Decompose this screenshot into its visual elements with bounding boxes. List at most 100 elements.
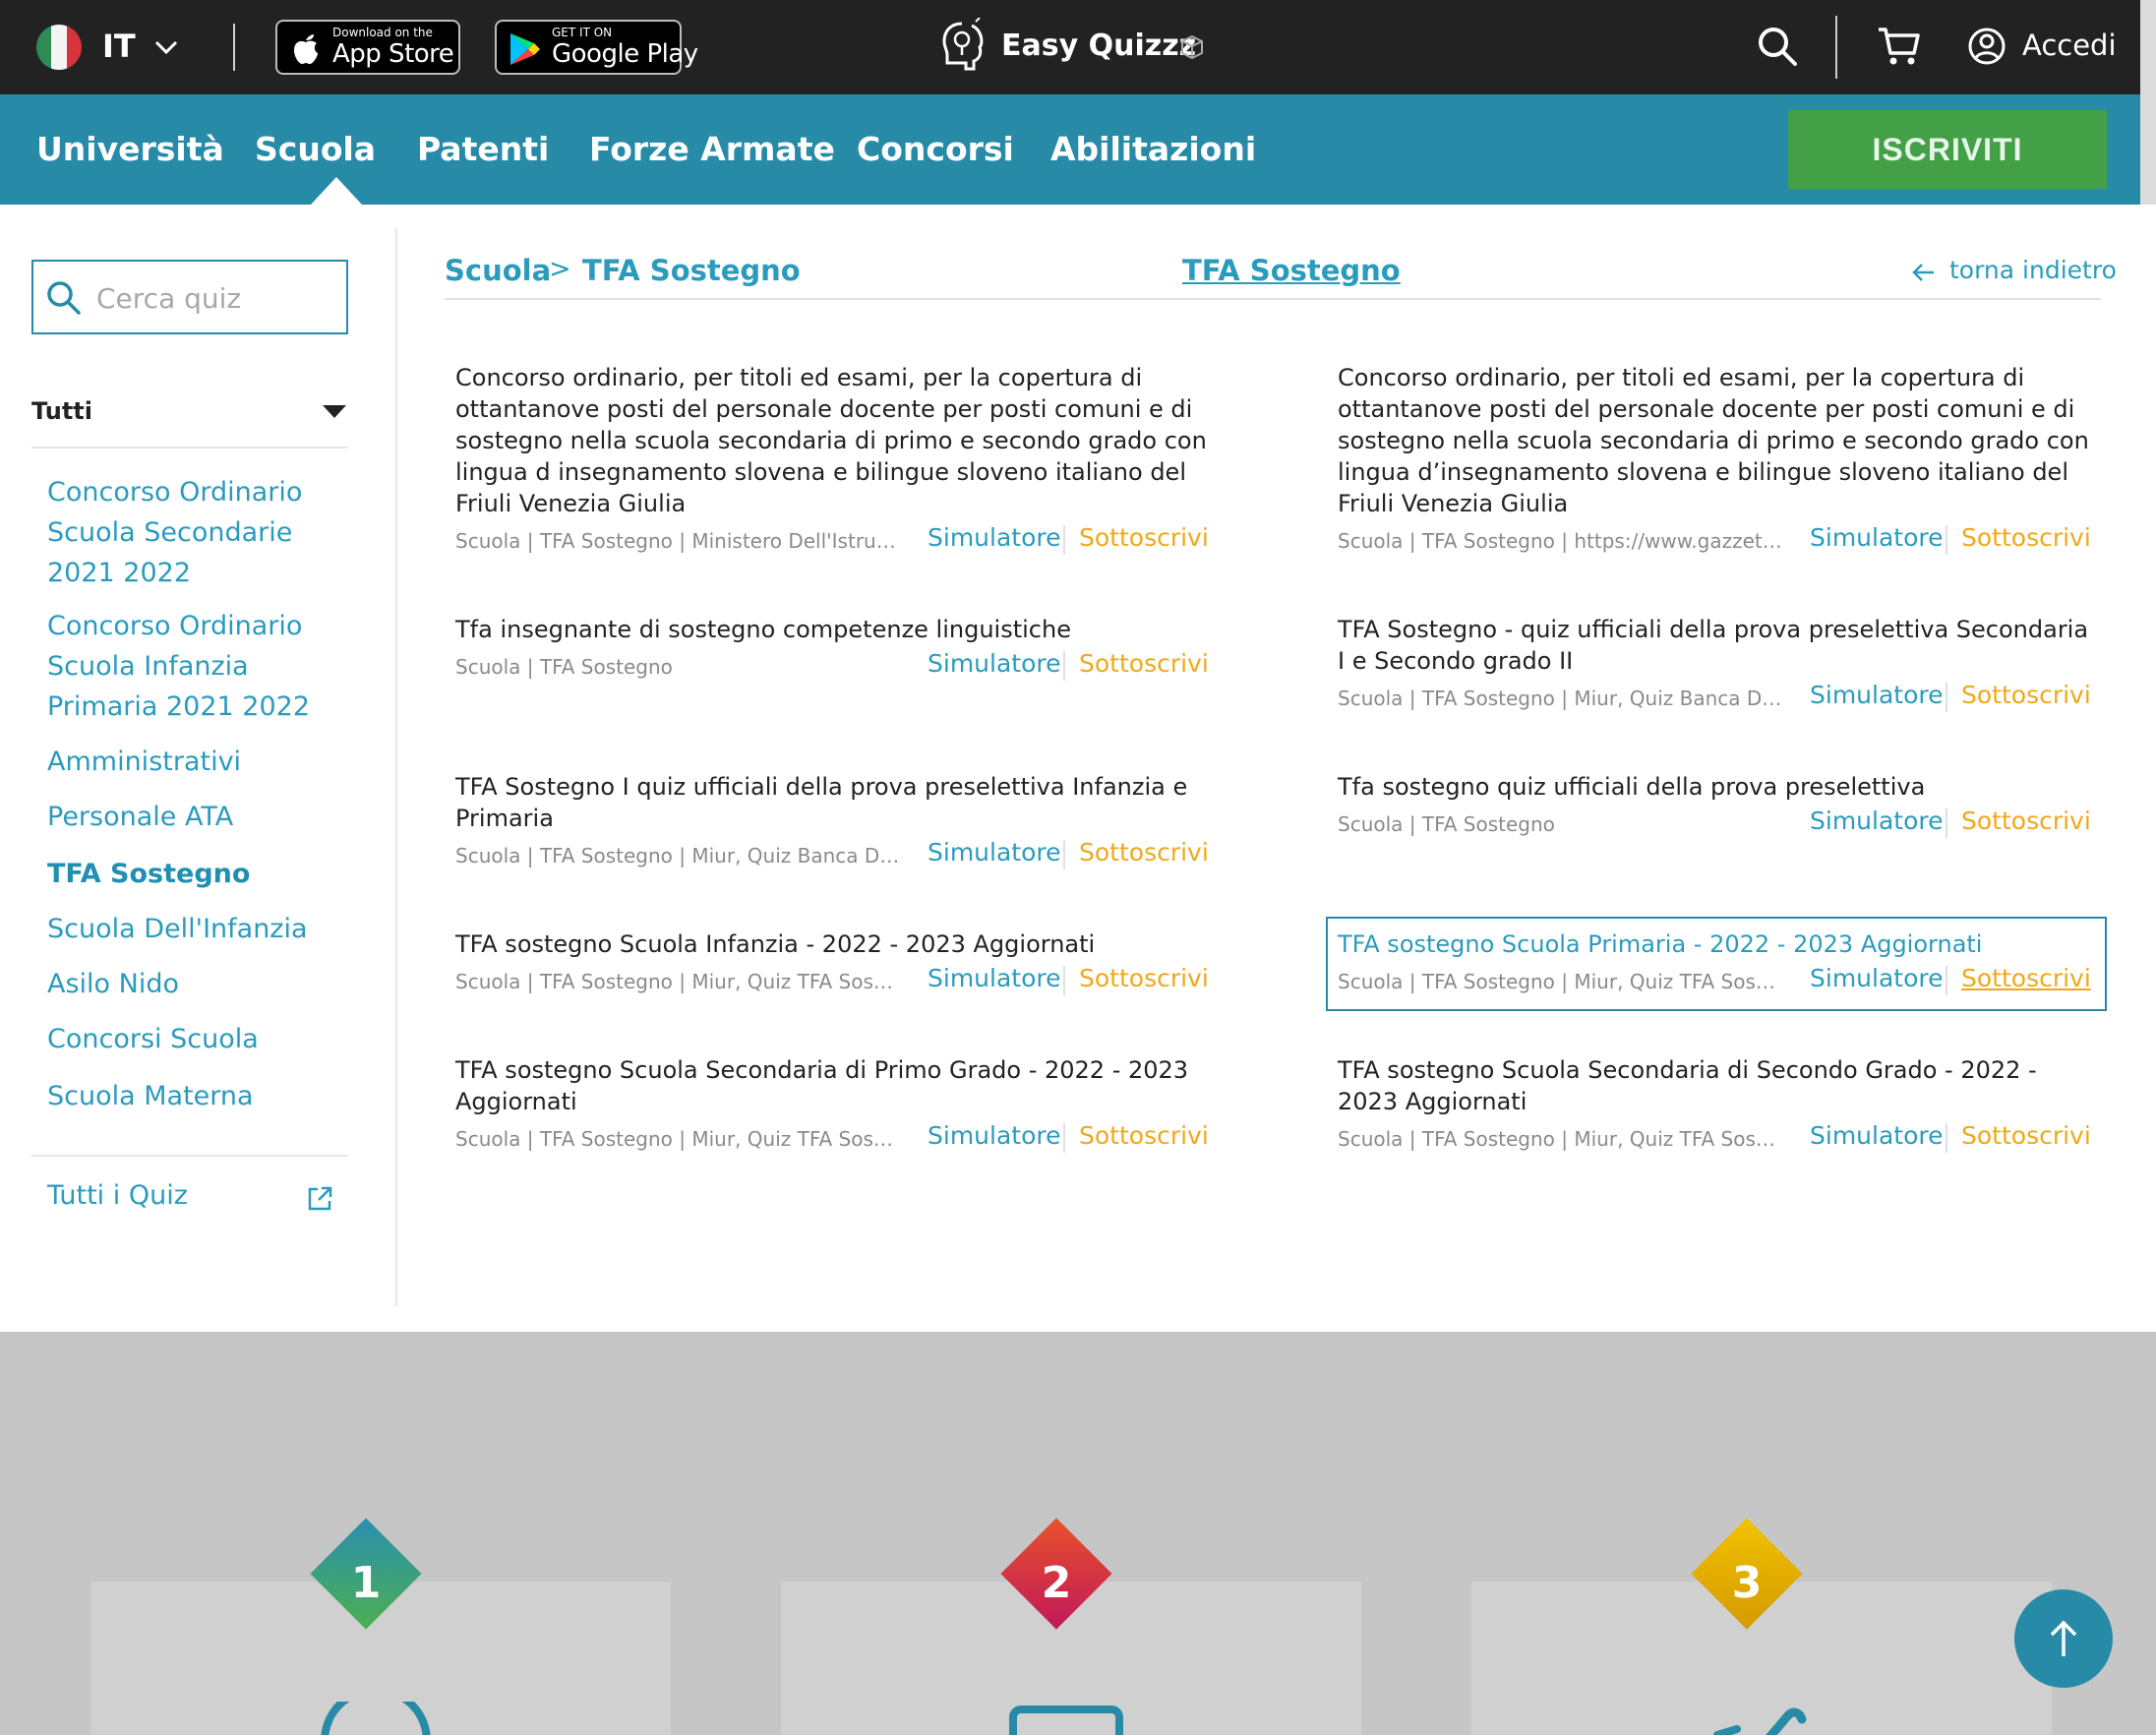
subscribe-link[interactable]: Sottoscrivi: [1079, 649, 1209, 678]
apple-icon: [294, 34, 318, 64]
quiz-title[interactable]: TFA sostegno Scuola Secondaria di Primo …: [455, 1054, 1213, 1117]
quiz-item[interactable]: Concorso ordinario, per titoli ed esami,…: [455, 362, 1213, 559]
quiz-meta: Scuola | TFA Sostegno | Miur, Quiz Banca…: [455, 844, 900, 868]
simulator-link[interactable]: Simulatore: [928, 964, 1061, 992]
subscribe-link[interactable]: Sottoscrivi: [1079, 838, 1209, 867]
lightbulb-head-logo-icon[interactable]: [936, 18, 988, 77]
nav-item-abilitazioni[interactable]: Abilitazioni: [1050, 130, 1256, 168]
subscribe-link[interactable]: Sottoscrivi: [1079, 1121, 1209, 1150]
nav-item-forze-armate[interactable]: Forze Armate: [589, 130, 835, 168]
language-selector[interactable]: IT: [102, 28, 136, 65]
divider: [1946, 525, 1947, 555]
sidebar-item-concorso-secondarie[interactable]: Concorso Ordinario Scuola Secondarie 202…: [47, 472, 342, 593]
quiz-item[interactable]: Tfa sostegno quiz ufficiali della prova …: [1338, 771, 2095, 842]
quiz-title[interactable]: Tfa sostegno quiz ufficiali della prova …: [1338, 771, 2095, 803]
simulator-link[interactable]: Simulatore: [1810, 681, 1944, 709]
search-icon[interactable]: [1757, 26, 1798, 67]
nav-item-concorsi[interactable]: Concorsi: [857, 130, 1014, 168]
subscribe-link[interactable]: Sottoscrivi: [1961, 1121, 2091, 1150]
sidebar-item-concorso-infanzia[interactable]: Concorso Ordinario Scuola Infanzia Prima…: [47, 606, 342, 727]
caret-down-icon: [323, 405, 346, 418]
cart-icon[interactable]: [1877, 26, 1920, 67]
divider: [1835, 16, 1837, 79]
laptop-feature-icon: [1009, 1705, 1123, 1735]
quiz-item[interactable]: Concorso ordinario, per titoli ed esami,…: [1338, 362, 2095, 559]
subscribe-link[interactable]: Sottoscrivi: [1079, 964, 1209, 992]
step-number: 1: [350, 1558, 382, 1608]
sidebar-item-asilo-nido[interactable]: Asilo Nido: [47, 964, 342, 1004]
quiz-item[interactable]: Tfa insegnante di sostegno competenze li…: [455, 614, 1213, 685]
simulator-link[interactable]: Simulatore: [928, 649, 1061, 678]
search-icon: [47, 281, 81, 315]
app-store-small-label: Download on the: [332, 26, 433, 39]
divider: [1063, 651, 1065, 681]
simulator-link[interactable]: Simulatore: [928, 1121, 1061, 1150]
nav-item-patenti[interactable]: Patenti: [417, 130, 549, 168]
google-play-label: Google Play: [552, 39, 698, 69]
nav-item-universita[interactable]: Università: [36, 130, 224, 168]
back-to-top-button[interactable]: [2014, 1589, 2113, 1688]
all-quiz-link[interactable]: Tutti i Quiz: [47, 1180, 188, 1211]
subscribe-link[interactable]: Sottoscrivi: [1961, 964, 2091, 992]
subscribe-link[interactable]: Sottoscrivi: [1961, 523, 2091, 552]
sidebar-item-personale-ata[interactable]: Personale ATA: [47, 797, 342, 837]
quiz-meta: Scuola | TFA Sostegno | Miur, Quiz Banca…: [1338, 687, 1782, 710]
sidebar-item-tfa-sostegno[interactable]: TFA Sostegno: [47, 854, 342, 894]
subscribe-link[interactable]: Sottoscrivi: [1961, 681, 2091, 709]
divider: [1946, 683, 1947, 712]
italy-flag-icon[interactable]: [36, 25, 82, 70]
divider: [1063, 525, 1065, 555]
quiz-meta: Scuola | TFA Sostegno | Miur, Quiz TFA S…: [455, 970, 900, 993]
quiz-meta: Scuola | TFA Sostegno: [1338, 812, 1555, 836]
user-account-icon[interactable]: [1967, 27, 2006, 66]
quiz-search-box[interactable]: [31, 260, 348, 334]
google-play-button[interactable]: GET IT ON Google Play: [495, 20, 698, 75]
quiz-item[interactable]: TFA Sostegno I quiz ufficiali della prov…: [455, 771, 1213, 873]
simulator-link[interactable]: Simulatore: [1810, 807, 1944, 835]
page-title[interactable]: TFA Sostegno: [1182, 254, 1401, 287]
quiz-title[interactable]: TFA sostegno Scuola Primaria - 2022 - 20…: [1338, 928, 2095, 960]
simulator-link[interactable]: Simulatore: [928, 838, 1061, 867]
arrow-left-icon[interactable]: [1910, 258, 1940, 287]
chevron-down-icon[interactable]: [152, 33, 180, 61]
simulator-link[interactable]: Simulatore: [1810, 1121, 1944, 1150]
page-scrollbar[interactable]: [2140, 0, 2156, 205]
quiz-item[interactable]: TFA sostegno Scuola Secondaria di Second…: [1338, 1054, 2095, 1157]
login-link[interactable]: Accedi: [2022, 29, 2117, 62]
signup-button[interactable]: ISCRIVITI: [1788, 110, 2107, 189]
google-play-small-label: GET IT ON: [552, 26, 613, 39]
quiz-title[interactable]: TFA Sostegno - quiz ufficiali della prov…: [1338, 614, 2095, 677]
nav-item-scuola[interactable]: Scuola: [255, 130, 376, 168]
quiz-title[interactable]: TFA sostegno Scuola Secondaria di Second…: [1338, 1054, 2095, 1117]
breadcrumb-scuola[interactable]: Scuola: [445, 254, 551, 287]
subscribe-link[interactable]: Sottoscrivi: [1079, 523, 1209, 552]
quiz-item-highlighted[interactable]: TFA sostegno Scuola Primaria - 2022 - 20…: [1326, 917, 2107, 1011]
divider: [1063, 840, 1065, 869]
quiz-title[interactable]: Concorso ordinario, per titoli ed esami,…: [455, 362, 1213, 519]
quiz-item[interactable]: TFA Sostegno - quiz ufficiali della prov…: [1338, 614, 2095, 716]
breadcrumb-tfa-sostegno[interactable]: TFA Sostegno: [582, 254, 801, 287]
back-link[interactable]: torna indietro: [1949, 256, 2117, 284]
sidebar-item-scuola-infanzia[interactable]: Scuola Dell'Infanzia: [47, 909, 342, 949]
simulator-link[interactable]: Simulatore: [928, 523, 1061, 552]
category-filter-dropdown[interactable]: Tutti: [31, 393, 348, 449]
app-store-button[interactable]: Download on the App Store: [275, 20, 460, 75]
sidebar-divider: [395, 228, 397, 1306]
cube-icon: [1181, 34, 1203, 60]
simulator-link[interactable]: Simulatore: [1810, 964, 1944, 992]
quiz-title[interactable]: Tfa insegnante di sostegno competenze li…: [455, 614, 1213, 645]
simulator-link[interactable]: Simulatore: [1810, 523, 1944, 552]
external-link-icon[interactable]: [305, 1184, 334, 1214]
quiz-title[interactable]: TFA Sostegno I quiz ufficiali della prov…: [455, 771, 1213, 834]
sidebar-item-concorsi-scuola[interactable]: Concorsi Scuola: [47, 1019, 342, 1059]
quiz-title[interactable]: TFA sostegno Scuola Infanzia - 2022 - 20…: [455, 928, 1213, 960]
subscribe-link[interactable]: Sottoscrivi: [1961, 807, 2091, 835]
sidebar-item-amministrativi[interactable]: Amministrativi: [47, 742, 342, 782]
brand-name[interactable]: Easy Quizzz: [1001, 29, 1196, 63]
quiz-item[interactable]: TFA sostegno Scuola Infanzia - 2022 - 20…: [455, 928, 1213, 999]
quiz-title[interactable]: Concorso ordinario, per titoli ed esami,…: [1338, 362, 2095, 519]
top-bar: IT Download on the App Store GET IT ON G…: [0, 0, 2140, 94]
search-input[interactable]: [96, 275, 332, 321]
quiz-item[interactable]: TFA sostegno Scuola Secondaria di Primo …: [455, 1054, 1213, 1157]
sidebar-item-scuola-materna[interactable]: Scuola Materna: [47, 1076, 342, 1116]
